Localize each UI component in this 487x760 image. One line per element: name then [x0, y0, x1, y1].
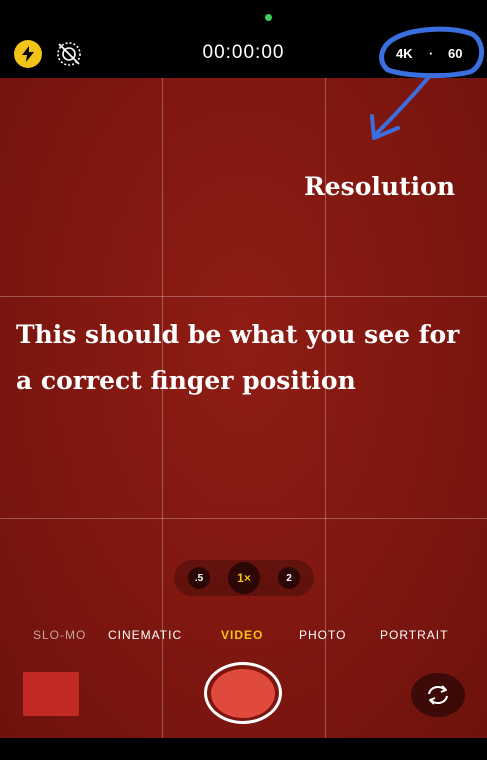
mode-portrait[interactable]: PORTRAIT	[380, 628, 448, 642]
mode-cinematic[interactable]: CINEMATIC	[108, 628, 182, 642]
resolution-annotation-label: Resolution	[304, 172, 456, 201]
bottom-bar	[0, 738, 487, 760]
mode-slo-mo[interactable]: SLO-MO	[33, 628, 86, 642]
arrow-shaft	[374, 76, 430, 136]
flip-camera-icon[interactable]	[411, 673, 465, 717]
last-capture-thumbnail[interactable]	[23, 672, 79, 716]
camera-mode-selector: SLO-MO CINEMATIC VIDEO PHOTO PORTRAIT	[0, 628, 487, 644]
zoom-option-0-5[interactable]: .5	[188, 567, 210, 589]
record-button-inner	[211, 668, 275, 718]
zoom-selector: .5 1× 2	[174, 560, 314, 596]
caption-line: a correct finger position	[16, 366, 356, 395]
mode-video[interactable]: VIDEO	[221, 628, 263, 642]
instruction-caption: This should be what you see for a correc…	[16, 312, 486, 404]
caption-line: This should be what you see for	[16, 320, 460, 349]
record-button[interactable]	[204, 662, 282, 724]
mode-photo[interactable]: PHOTO	[299, 628, 346, 642]
zoom-option-1x[interactable]: 1×	[228, 562, 260, 594]
highlight-circle	[379, 26, 484, 79]
zoom-option-2[interactable]: 2	[278, 567, 300, 589]
